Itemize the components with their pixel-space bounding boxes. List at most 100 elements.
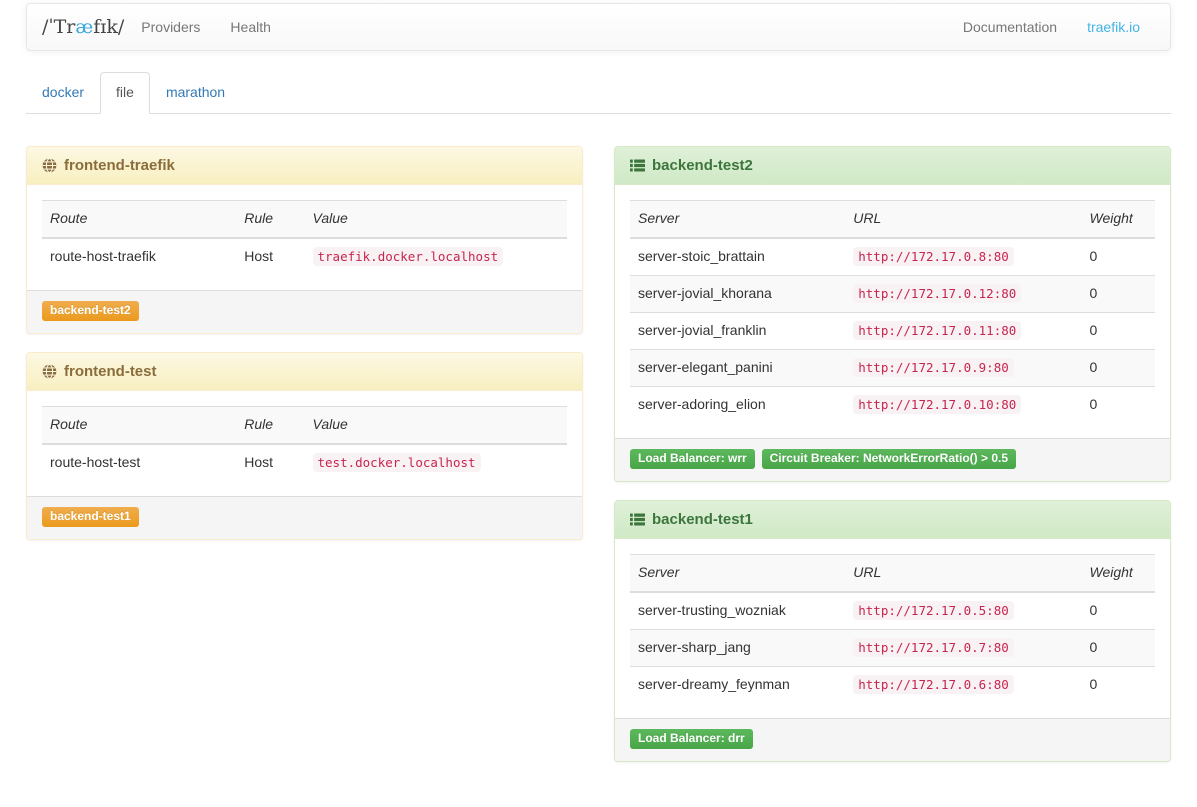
server-url-code: http://172.17.0.8:80 xyxy=(853,247,1014,266)
column-header-weight: Weight xyxy=(1082,200,1156,237)
logo-text-accent: æ xyxy=(75,16,93,38)
backend-test2-panel: backend-test2 Server URL Weight xyxy=(614,146,1171,482)
backend-test1-panel: backend-test1 Server URL Weight xyxy=(614,500,1171,762)
weight-cell: 0 xyxy=(1082,349,1156,386)
frontend-traefik-heading: frontend-traefik xyxy=(27,147,582,185)
column-header-rule: Rule xyxy=(236,200,304,237)
frontend-test-heading: frontend-test xyxy=(27,353,582,391)
server-url-code: http://172.17.0.11:80 xyxy=(853,321,1021,340)
server-url-code: http://172.17.0.12:80 xyxy=(853,284,1021,303)
tasks-icon xyxy=(630,158,645,173)
circuit-breaker-badge: Circuit Breaker: NetworkErrorRatio() > 0… xyxy=(762,449,1016,469)
table-header-row: Route Rule Value xyxy=(42,200,567,237)
nav-item-health[interactable]: Health xyxy=(215,6,285,48)
table-header-row: Server URL Weight xyxy=(630,200,1155,237)
panel-title: frontend-test xyxy=(64,363,157,380)
tab-file[interactable]: file xyxy=(100,72,150,114)
frontend-traefik-footer: backend-test2 xyxy=(27,290,582,333)
weight-cell: 0 xyxy=(1082,630,1156,667)
backend-test1-heading: backend-test1 xyxy=(615,501,1170,539)
server-url-code: http://172.17.0.5:80 xyxy=(853,601,1014,620)
route-cell: route-host-test xyxy=(42,444,236,481)
server-url-code: http://172.17.0.6:80 xyxy=(853,675,1014,694)
frontend-test-body: Route Rule Value route-host-test Host te… xyxy=(27,391,582,496)
servers-table: Server URL Weight server-stoic_brattain … xyxy=(630,200,1155,423)
frontend-traefik-body: Route Rule Value route-host-traefik Host… xyxy=(27,185,582,290)
url-cell: http://172.17.0.10:80 xyxy=(845,386,1081,422)
backend-test2-body: Server URL Weight server-stoic_brattain … xyxy=(615,185,1170,438)
nav-item-documentation[interactable]: Documentation xyxy=(948,6,1072,48)
weight-cell: 0 xyxy=(1082,386,1156,422)
column-header-value: Value xyxy=(305,200,568,237)
backend-ref-badge: backend-test1 xyxy=(42,507,139,527)
logo-text-pre: /ˈTr xyxy=(42,16,75,38)
backend-test1-body: Server URL Weight server-trusting_woznia… xyxy=(615,539,1170,718)
tasks-icon xyxy=(630,512,645,527)
provider-tabs: docker file marathon xyxy=(26,72,1171,114)
globe-icon xyxy=(42,158,57,173)
url-cell: http://172.17.0.7:80 xyxy=(845,630,1081,667)
nav-item-providers[interactable]: Providers xyxy=(126,6,215,48)
frontend-traefik-panel: frontend-traefik Route Rule Value xyxy=(26,146,583,334)
backend-test2-heading: backend-test2 xyxy=(615,147,1170,185)
url-cell: http://172.17.0.8:80 xyxy=(845,238,1081,275)
url-cell: http://172.17.0.12:80 xyxy=(845,275,1081,312)
table-row: server-trusting_wozniak http://172.17.0.… xyxy=(630,592,1155,629)
logo-text-post: fɪk/ xyxy=(93,16,124,38)
servers-table: Server URL Weight server-trusting_woznia… xyxy=(630,554,1155,703)
traefik-dashboard: /ˈTræfɪk/ Providers Health Documentation… xyxy=(0,0,1197,780)
backend-test2-footer: Load Balancer: wrr Circuit Breaker: Netw… xyxy=(615,438,1170,481)
tab-marathon[interactable]: marathon xyxy=(150,72,241,114)
url-cell: http://172.17.0.6:80 xyxy=(845,667,1081,703)
traefik-logo[interactable]: /ˈTræfɪk/ xyxy=(42,16,124,38)
value-cell: traefik.docker.localhost xyxy=(305,238,568,275)
route-cell: route-host-traefik xyxy=(42,238,236,275)
load-balancer-badge: Load Balancer: drr xyxy=(630,729,753,749)
weight-cell: 0 xyxy=(1082,238,1156,275)
rule-cell: Host xyxy=(236,238,304,275)
server-cell: server-trusting_wozniak xyxy=(630,592,845,629)
nav-item-traefik-io[interactable]: traefik.io xyxy=(1072,6,1155,48)
table-row: server-adoring_elion http://172.17.0.10:… xyxy=(630,386,1155,422)
navbar-right-menu: Documentation traefik.io xyxy=(948,4,1155,50)
server-cell: server-jovial_khorana xyxy=(630,275,845,312)
table-row: server-dreamy_feynman http://172.17.0.6:… xyxy=(630,667,1155,703)
weight-cell: 0 xyxy=(1082,275,1156,312)
column-header-value: Value xyxy=(305,407,568,444)
frontend-test-panel: frontend-test Route Rule Value xyxy=(26,352,583,540)
server-url-code: http://172.17.0.7:80 xyxy=(853,638,1014,657)
table-row: server-stoic_brattain http://172.17.0.8:… xyxy=(630,238,1155,275)
rule-cell: Host xyxy=(236,444,304,481)
server-cell: server-elegant_panini xyxy=(630,349,845,386)
column-header-server: Server xyxy=(630,555,845,592)
table-row: route-host-test Host test.docker.localho… xyxy=(42,444,567,481)
column-header-route: Route xyxy=(42,200,236,237)
backend-test1-footer: Load Balancer: drr xyxy=(615,718,1170,761)
rule-value-code: traefik.docker.localhost xyxy=(313,247,504,266)
frontend-test-footer: backend-test1 xyxy=(27,496,582,539)
panel-title: backend-test1 xyxy=(652,511,753,528)
column-header-server: Server xyxy=(630,200,845,237)
load-balancer-badge: Load Balancer: wrr xyxy=(630,449,755,469)
table-row: server-elegant_panini http://172.17.0.9:… xyxy=(630,349,1155,386)
navbar: /ˈTræfɪk/ Providers Health Documentation… xyxy=(26,3,1171,51)
content-row: frontend-traefik Route Rule Value xyxy=(26,146,1171,780)
column-header-rule: Rule xyxy=(236,407,304,444)
table-row: route-host-traefik Host traefik.docker.l… xyxy=(42,238,567,275)
backend-ref-badge: backend-test2 xyxy=(42,301,139,321)
server-cell: server-dreamy_feynman xyxy=(630,667,845,703)
column-header-weight: Weight xyxy=(1082,555,1156,592)
url-cell: http://172.17.0.11:80 xyxy=(845,312,1081,349)
weight-cell: 0 xyxy=(1082,312,1156,349)
table-row: server-sharp_jang http://172.17.0.7:80 0 xyxy=(630,630,1155,667)
column-header-url: URL xyxy=(845,200,1081,237)
server-cell: server-jovial_franklin xyxy=(630,312,845,349)
tab-docker[interactable]: docker xyxy=(26,72,100,114)
server-cell: server-stoic_brattain xyxy=(630,238,845,275)
frontends-column: frontend-traefik Route Rule Value xyxy=(26,146,583,558)
table-header-row: Server URL Weight xyxy=(630,555,1155,592)
table-row: server-jovial_khorana http://172.17.0.12… xyxy=(630,275,1155,312)
rule-value-code: test.docker.localhost xyxy=(313,453,481,472)
column-header-url: URL xyxy=(845,555,1081,592)
server-url-code: http://172.17.0.9:80 xyxy=(853,358,1014,377)
